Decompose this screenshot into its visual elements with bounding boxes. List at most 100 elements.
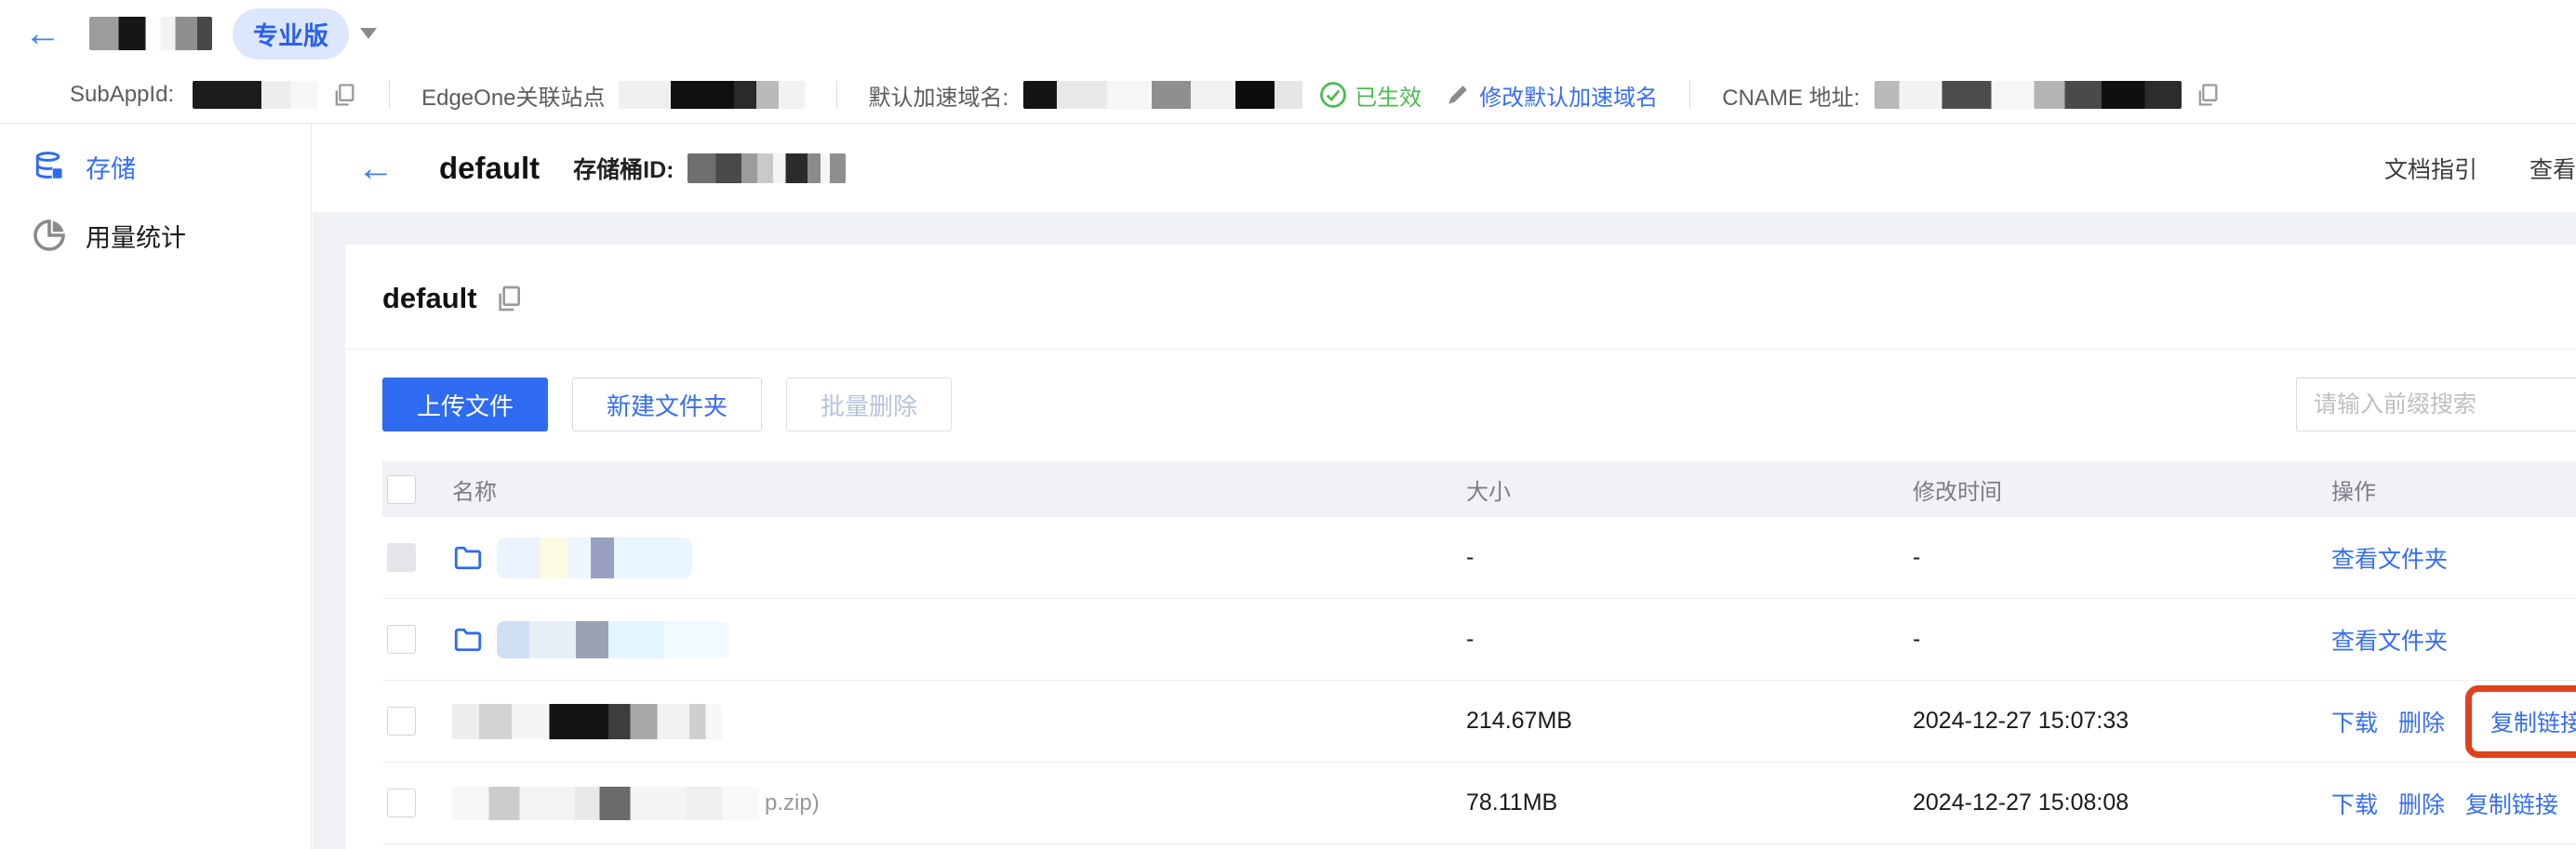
action-link[interactable]: 删除 (2398, 705, 2445, 738)
column-header-size: 大小 (1466, 479, 1511, 505)
bucket-name: default (382, 282, 477, 314)
folder-icon (452, 542, 484, 574)
table-row: p.zip) 78.11MB 2024-12-27 15:08:08 下载 删除 复制链接 (382, 763, 2576, 844)
row-checkbox[interactable] (387, 789, 416, 817)
new-folder-button[interactable]: 新建文件夹 (572, 378, 763, 431)
table-row: 214.67MB 2024-12-27 15:07:33 下载 删除 复制链接 (382, 681, 2576, 763)
copy-icon[interactable] (2195, 82, 2221, 108)
version-badge: 专业版 (233, 7, 349, 60)
check-circle-icon (1320, 82, 1347, 108)
action-link[interactable]: 复制链接 (2465, 787, 2558, 820)
row-checkbox-cell (382, 543, 452, 572)
search-box (2296, 378, 2576, 431)
prefix-search-input[interactable] (2296, 378, 2576, 431)
copy-icon[interactable] (494, 284, 524, 313)
cname-group: CNAME 地址: (1722, 79, 2221, 112)
info-bar: SubAppId: EdgeOne关联站点 默认加速域名: 已生效 修改默认加速… (0, 67, 2576, 123)
cname-value-redacted (1875, 81, 2182, 109)
card-title-row: default (345, 245, 2576, 315)
action-link[interactable]: 删除 (2398, 787, 2445, 820)
table-header-row: 名称 大小 修改时间 操作 (382, 461, 2576, 517)
app-window: ← 专业版 SubAppId: EdgeOne关联站点 默认加速域名: 已生效 … (0, 0, 2576, 849)
header-checkbox-cell (382, 474, 452, 504)
chevron-down-icon[interactable] (360, 28, 377, 39)
domain-group: 默认加速域名: 已生效 修改默认加速域名 (868, 79, 1658, 112)
file-name-redacted (497, 620, 729, 658)
sidebar-item-storage[interactable]: 存储 (0, 137, 311, 196)
divider (835, 81, 837, 109)
divider (1689, 81, 1691, 109)
column-header-name: 名称 (452, 479, 497, 505)
file-name-redacted (497, 537, 692, 578)
action-link[interactable]: 查看文件夹 (2331, 541, 2448, 575)
table-body: - - 查看文件夹 - - 查看文件夹 214.67MB 2024-12-27 15:07:3… (382, 517, 2576, 844)
cname-label: CNAME 地址: (1722, 85, 1861, 111)
top-bar: ← 专业版 (0, 0, 2576, 67)
sidebar: 存储 用量统计 (0, 124, 312, 849)
row-actions: 查看文件夹 (2331, 623, 2576, 657)
edgeone-group: EdgeOne关联站点 (421, 79, 805, 112)
action-link[interactable]: 下载 (2331, 705, 2378, 738)
select-all-checkbox[interactable] (387, 474, 416, 504)
page-title: default (439, 150, 541, 185)
row-actions: 查看文件夹 (2331, 541, 2576, 575)
divider (345, 349, 2576, 350)
sidebar-item-label: 用量统计 (86, 223, 186, 252)
back-icon[interactable]: ← (357, 150, 394, 187)
modified-time: - (1913, 626, 1921, 652)
edgeone-value-redacted (618, 81, 805, 109)
folder-icon (452, 624, 484, 656)
doc-links: 文档指引 查看 (2384, 152, 2576, 185)
sidebar-item-label: 存储 (86, 154, 136, 183)
pie-chart-icon (32, 218, 67, 253)
row-checkbox-cell (382, 707, 452, 736)
annotation-highlight-box: 复制链接 (2465, 684, 2576, 758)
action-link[interactable]: 复制链接 (2490, 710, 2576, 736)
doc-view-link[interactable]: 查看 (2529, 152, 2576, 185)
modify-domain-link[interactable]: 修改默认加速域名 (1446, 79, 1658, 112)
row-actions: 下载 删除 复制链接 (2331, 787, 2576, 820)
batch-delete-button[interactable]: 批量删除 (786, 378, 953, 431)
file-name-cell[interactable] (452, 537, 1466, 578)
bucket-id-label: 存储桶ID: (573, 156, 674, 183)
edgeone-label: EdgeOne关联站点 (421, 85, 606, 111)
domain-label: 默认加速域名: (868, 85, 1009, 111)
file-size: 78.11MB (1466, 789, 1558, 816)
file-size: 214.67MB (1466, 708, 1572, 734)
row-checkbox[interactable] (387, 543, 416, 572)
file-name-redacted (452, 786, 759, 820)
table-row: - - 查看文件夹 (382, 599, 2576, 681)
toolbar: 上传文件 新建文件夹 批量删除 (382, 378, 2576, 431)
file-table: 名称 大小 修改时间 操作 - - 查看文件夹 - - 查看文件夹 214.67MB 2024… (382, 461, 2576, 844)
bucket-id-redacted (687, 153, 846, 183)
modified-time: 2024-12-27 15:08:08 (1913, 789, 2129, 816)
table-row: - - 查看文件夹 (382, 517, 2576, 599)
divider (389, 81, 391, 109)
row-checkbox[interactable] (387, 707, 416, 736)
back-icon[interactable]: ← (24, 15, 61, 52)
copy-icon[interactable] (331, 82, 357, 108)
file-size: - (1466, 544, 1475, 570)
database-icon (32, 149, 67, 184)
file-name-tail: p.zip) (765, 789, 820, 816)
action-link[interactable]: 下载 (2331, 787, 2378, 820)
action-link[interactable]: 查看文件夹 (2331, 623, 2448, 657)
subappid-group: SubAppId: (70, 81, 357, 109)
file-name-cell (452, 703, 1466, 739)
domain-value-redacted (1023, 81, 1303, 109)
file-name-cell[interactable] (452, 620, 1466, 658)
row-actions: 下载 删除 复制链接 (2331, 684, 2576, 758)
sidebar-item-usage[interactable]: 用量统计 (0, 206, 311, 265)
status-badge: 已生效 (1319, 79, 1421, 112)
doc-guide-link[interactable]: 文档指引 (2384, 152, 2477, 185)
subappid-value-redacted (193, 81, 319, 109)
pencil-icon (1448, 86, 1467, 104)
app-title-redacted (89, 17, 212, 50)
file-name-redacted (452, 703, 722, 739)
row-checkbox[interactable] (387, 625, 416, 654)
content-header: ← default 存储桶ID: 文档指引 查看 (313, 124, 2576, 212)
upload-file-button[interactable]: 上传文件 (382, 378, 549, 431)
content-area: ← default 存储桶ID: 文档指引 查看 default 上传文件 新建… (313, 124, 2576, 849)
row-checkbox-cell (382, 625, 452, 654)
subappid-label: SubAppId: (70, 82, 175, 107)
